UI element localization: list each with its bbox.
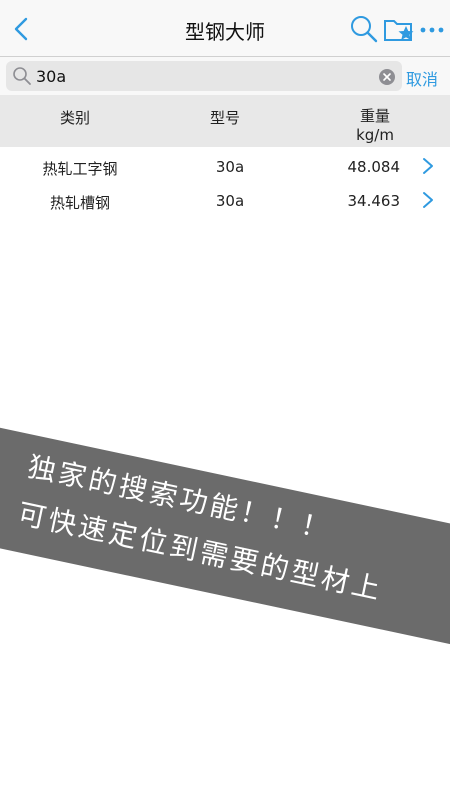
chevron-right-icon[interactable] [420, 189, 436, 211]
chevron-right-icon[interactable] [420, 155, 436, 177]
search-icon [13, 67, 31, 85]
search-bar: 取消 [0, 57, 450, 95]
more-icon[interactable] [418, 14, 446, 44]
header-weight-unit: kg/m [356, 126, 394, 144]
search-field[interactable] [6, 61, 402, 91]
row-model: 30a [215, 158, 245, 176]
table-row[interactable]: 热轧槽钢 30a 34.463 [0, 184, 450, 218]
header-weight-label: 重量 [359, 107, 390, 125]
search-input[interactable] [36, 64, 366, 88]
header-model: 型号 [209, 109, 240, 127]
header-category: 类别 [59, 109, 90, 127]
header-weight: 重量 kg/m [340, 107, 410, 145]
search-icon[interactable] [349, 14, 379, 44]
row-category: 热轧工字钢 [42, 160, 118, 178]
table-row[interactable]: 热轧工字钢 30a 48.084 [0, 150, 450, 184]
row-weight: 48.084 [347, 158, 401, 176]
row-weight: 34.463 [347, 192, 401, 210]
table-header: 类别 型号 重量 kg/m [0, 95, 450, 147]
promo-banner: 独家的搜索功能！！！ 可快速定位到需要的型材上 [0, 418, 450, 656]
row-category: 热轧槽钢 [49, 194, 110, 212]
cancel-button[interactable]: 取消 [406, 66, 438, 90]
clear-icon[interactable] [379, 69, 395, 85]
row-model: 30a [215, 192, 245, 210]
chevron-left-icon[interactable] [8, 14, 36, 44]
folder-star-icon[interactable] [382, 14, 416, 44]
nav-bar: 型钢大师 [0, 0, 450, 57]
